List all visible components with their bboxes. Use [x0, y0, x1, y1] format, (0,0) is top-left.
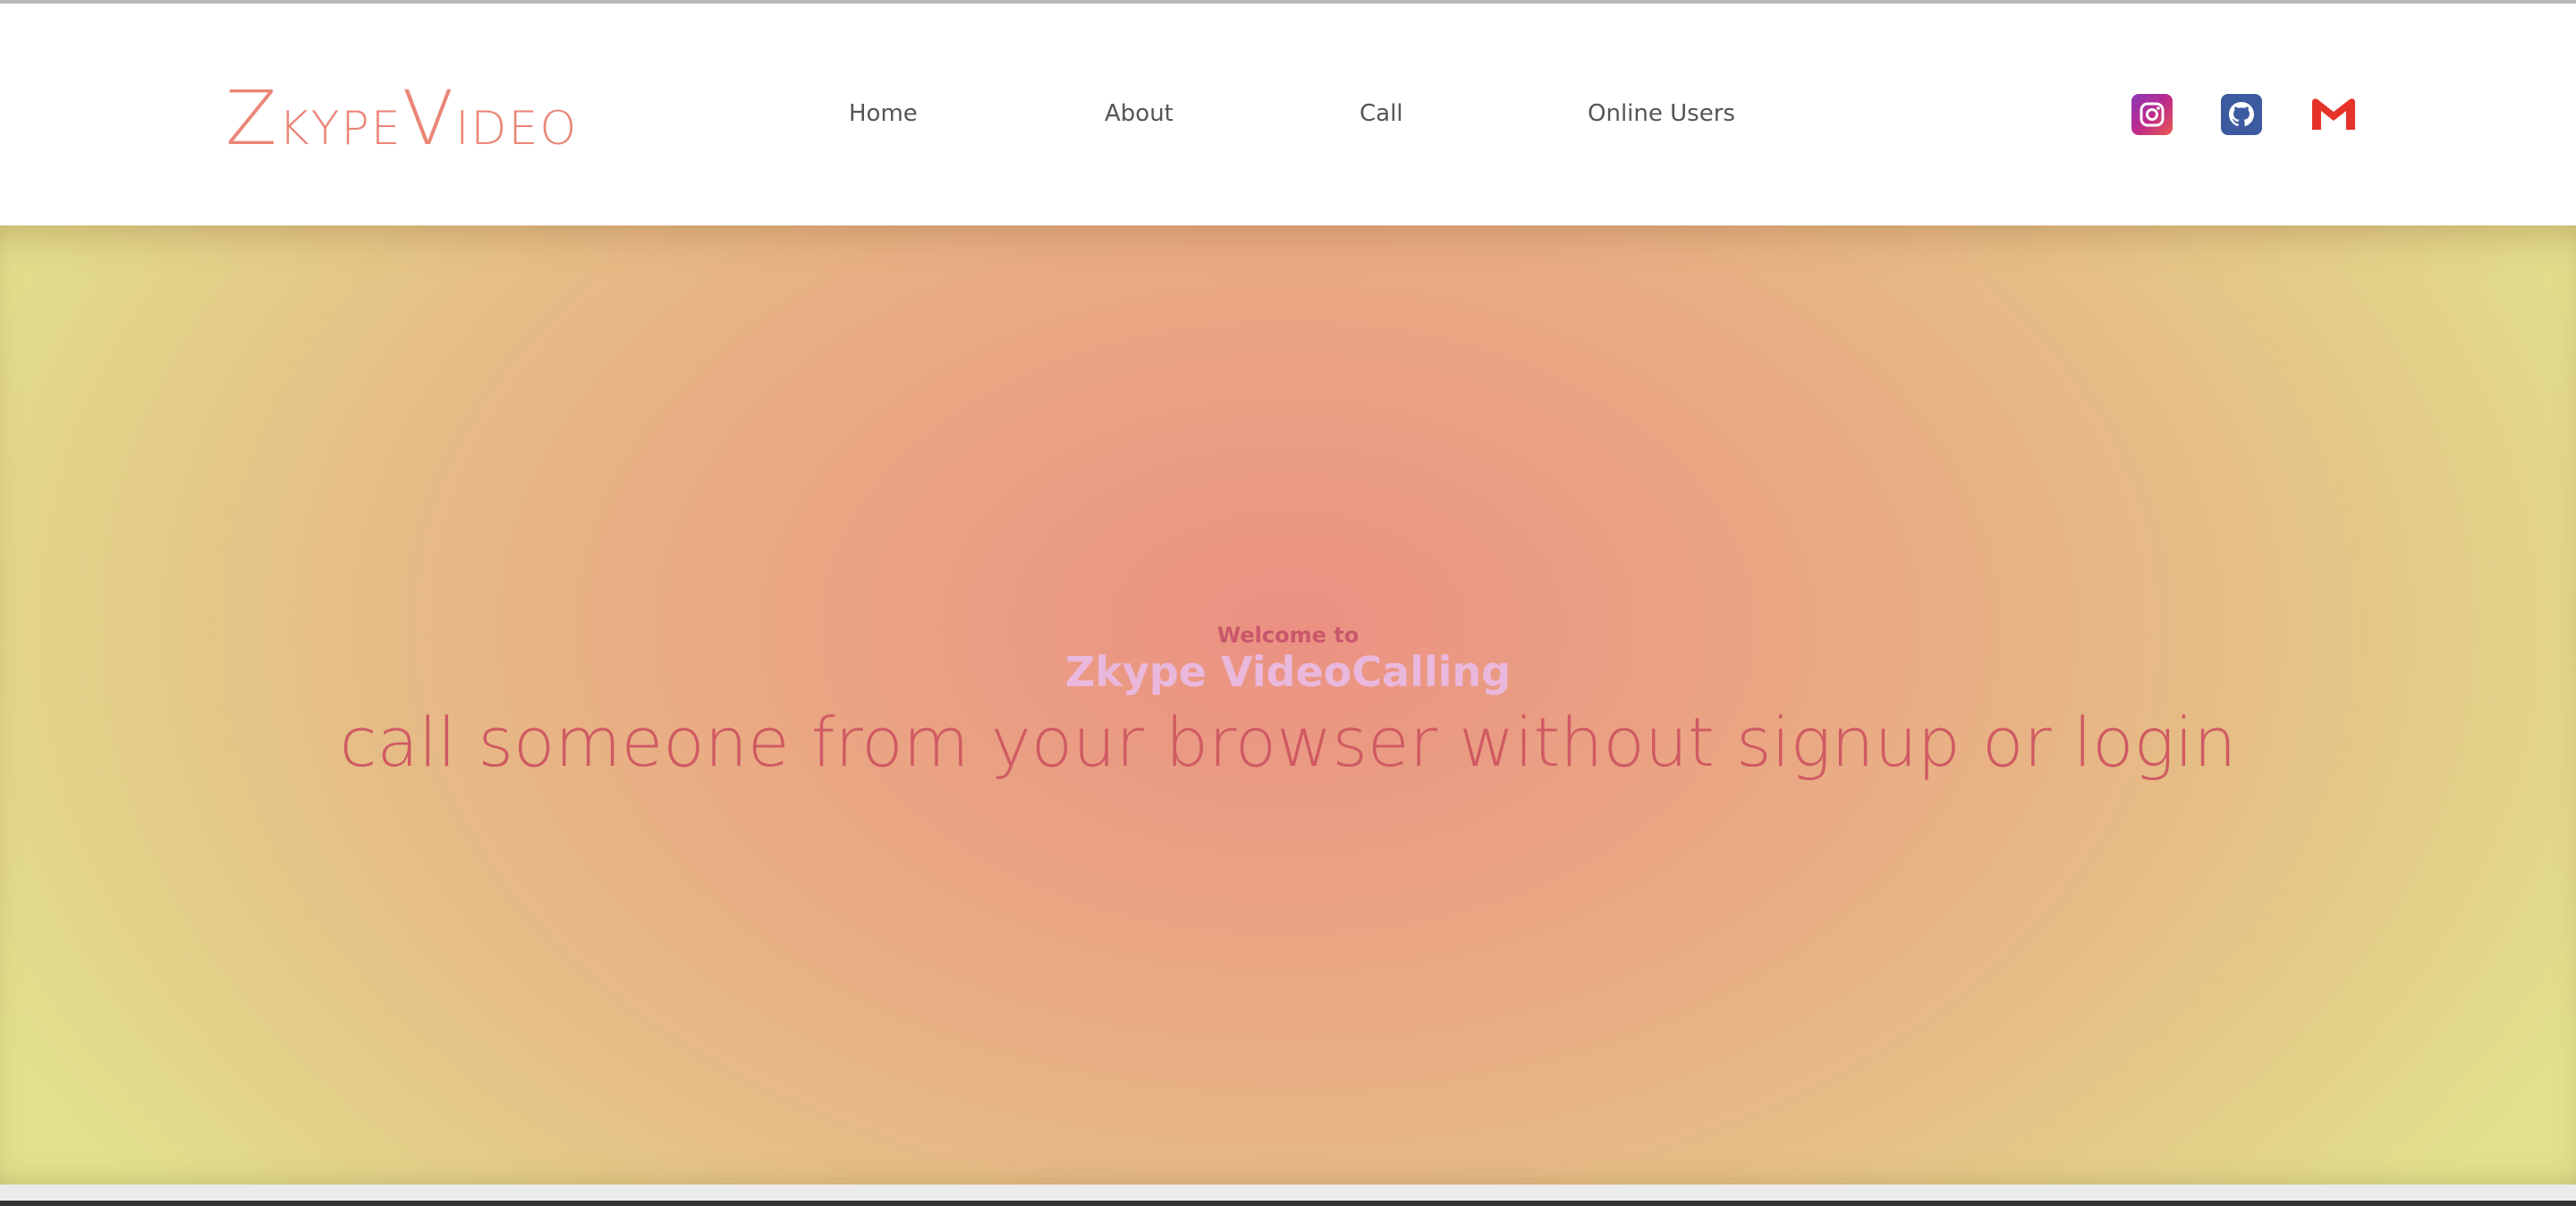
logo-text-ideo: ideo	[455, 102, 579, 156]
window-bottom-border	[0, 1201, 2576, 1206]
navbar: ZkypeVideo Home About Call Online Users	[0, 4, 2576, 225]
welcome-text: Welcome to	[1216, 623, 1360, 648]
site-logo[interactable]: ZkypeVideo	[225, 81, 578, 156]
logo-letter-v: V	[402, 74, 456, 162]
nav-link-home[interactable]: Home	[849, 102, 918, 125]
github-icon	[2229, 102, 2254, 127]
gmail-link[interactable]	[2310, 94, 2355, 135]
instagram-icon	[2140, 102, 2165, 127]
nav-link-online-users[interactable]: Online Users	[1588, 102, 1735, 125]
brand-title: Zkype VideoCalling	[1064, 648, 1512, 696]
logo-letter-z: Z	[225, 74, 279, 162]
tagline: call someone from your browser without s…	[339, 702, 2237, 782]
nav-link-about[interactable]: About	[1105, 102, 1174, 125]
gmail-icon	[2312, 98, 2355, 130]
instagram-link[interactable]	[2131, 94, 2173, 135]
logo-text-kype: kype	[278, 102, 402, 156]
nav-link-call[interactable]: Call	[1360, 102, 1403, 125]
github-link[interactable]	[2221, 94, 2262, 135]
